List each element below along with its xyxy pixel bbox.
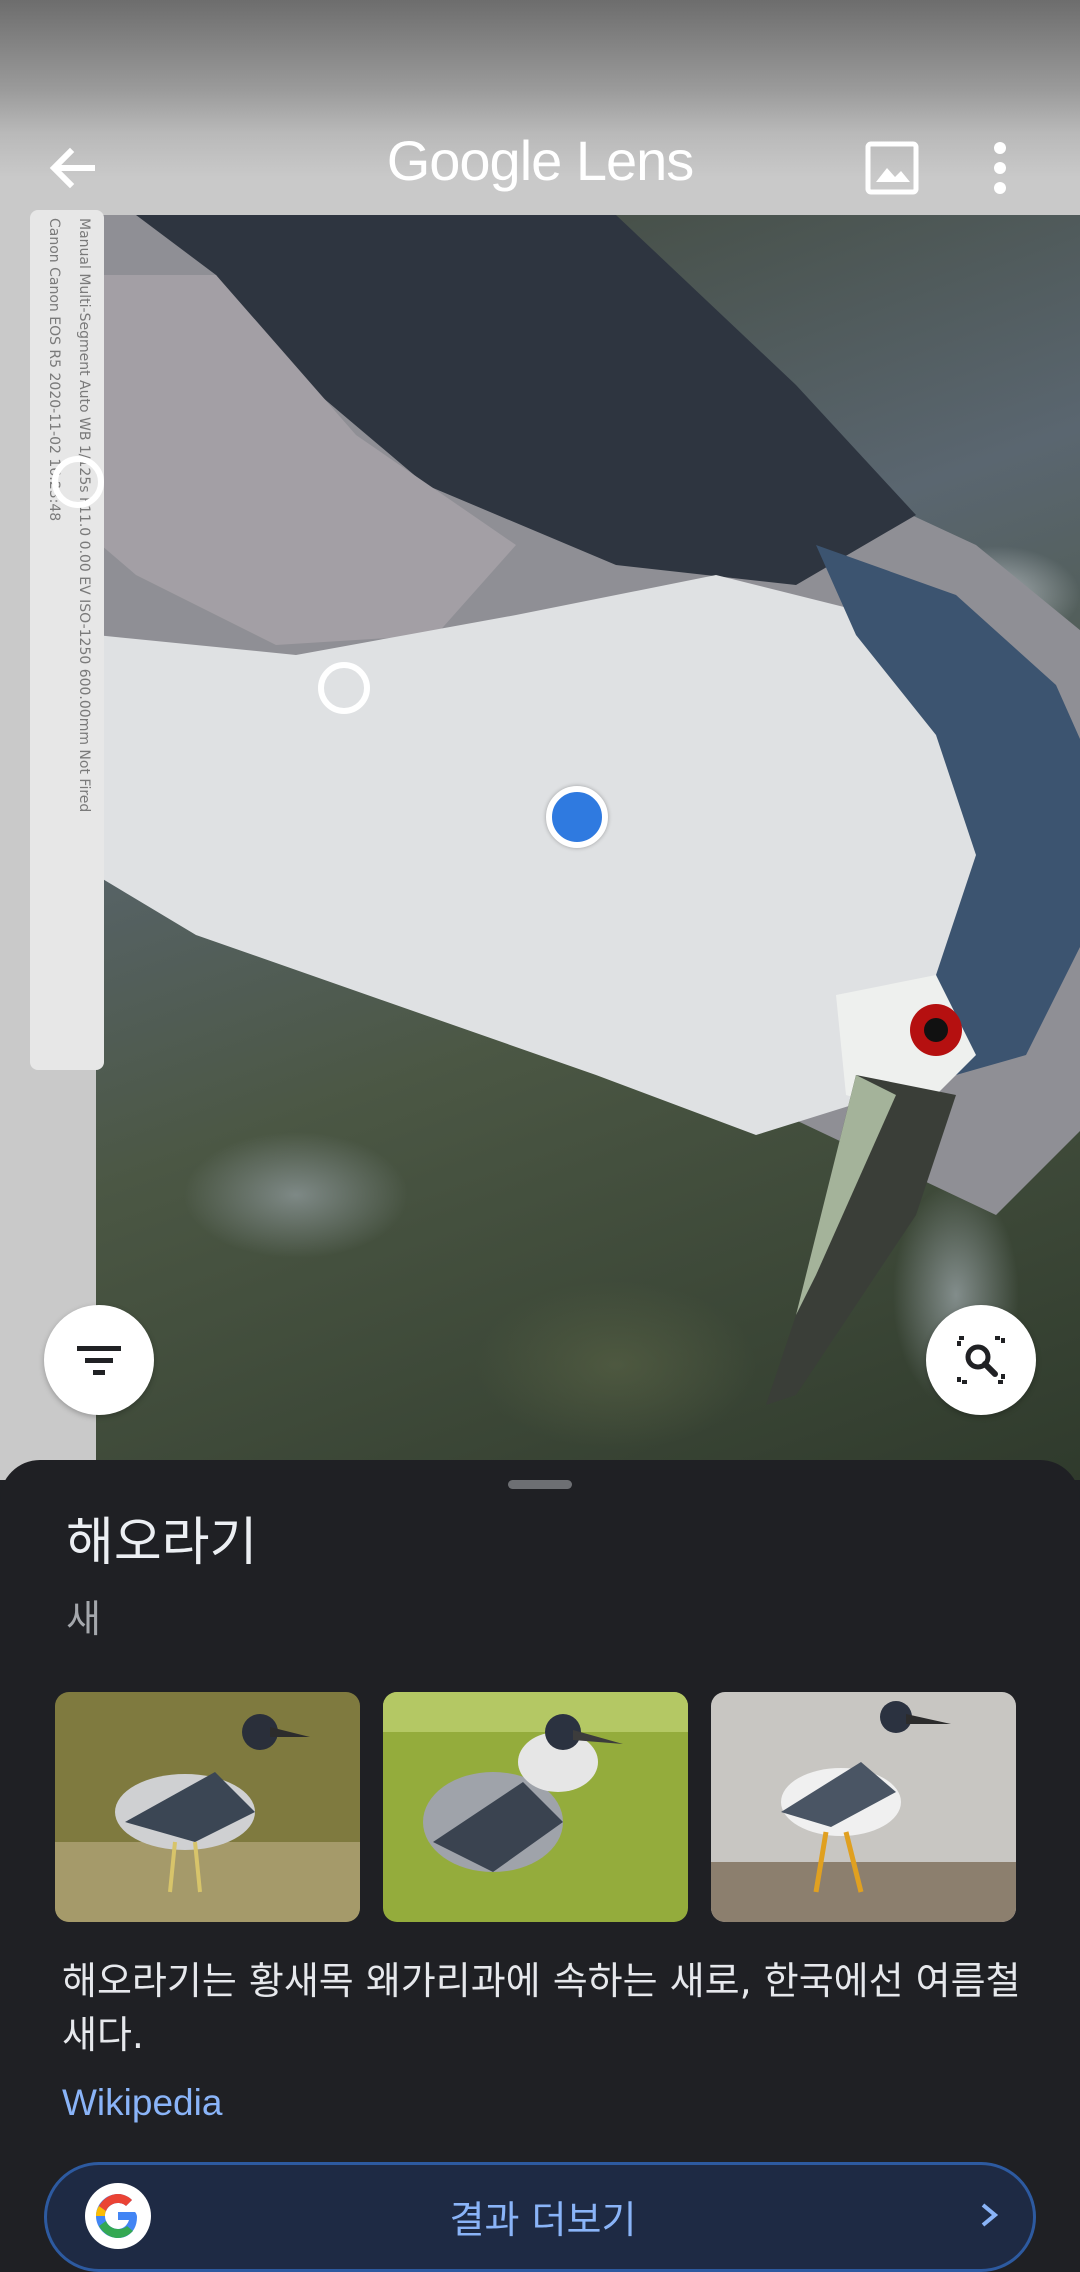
result-subtitle: 새 bbox=[66, 1597, 101, 1641]
camera-viewfinder[interactable]: Canon Canon EOS R5 2020-11-02 16:23:48 M… bbox=[0, 0, 1080, 1480]
heron-photo-1 bbox=[55, 1692, 360, 1922]
result-image-thumbnail[interactable] bbox=[711, 1692, 1016, 1922]
object-dot[interactable] bbox=[52, 456, 104, 508]
result-image-thumbnail[interactable] bbox=[55, 1692, 360, 1922]
search-region-button[interactable] bbox=[926, 1305, 1036, 1415]
captured-bird-photo bbox=[96, 215, 1080, 1480]
result-description: 해오라기는 황새목 왜가리과에 속하는 새로, 한국에선 여름철새다. bbox=[62, 1959, 1021, 2057]
chevron-right-icon bbox=[971, 2193, 1007, 2237]
result-image-gallery bbox=[55, 1692, 1017, 1922]
result-image-thumbnail[interactable] bbox=[383, 1692, 688, 1922]
more-results-button[interactable]: 결과 더보기 bbox=[44, 2162, 1036, 2272]
image-icon bbox=[865, 141, 919, 195]
heron-photo-3 bbox=[711, 1692, 1016, 1922]
selected-object-dot[interactable] bbox=[546, 786, 608, 848]
object-dot[interactable] bbox=[318, 662, 370, 714]
exif-info-strip bbox=[30, 210, 104, 1070]
heron-illustration bbox=[96, 215, 1080, 1405]
filter-button[interactable] bbox=[44, 1305, 154, 1415]
top-app-bar: Google Lens bbox=[0, 110, 1080, 220]
heron-photo-2 bbox=[383, 1692, 688, 1922]
more-results-label: 결과 더보기 bbox=[449, 2198, 637, 2242]
wikipedia-link[interactable]: Wikipedia bbox=[62, 2082, 222, 2124]
exif-line-2: Manual Multi-Segment Auto WB 1/125s F11.… bbox=[76, 218, 92, 813]
more-vert-icon bbox=[994, 142, 1006, 194]
gallery-button[interactable] bbox=[862, 138, 922, 198]
filter-list-icon bbox=[77, 1346, 121, 1375]
results-bottom-sheet[interactable]: 해오라기 새 해오라기는 황새목 왜가리과에 속하는 새로, 한국에선 여름철새… bbox=[0, 1460, 1080, 2272]
more-options-button[interactable] bbox=[980, 138, 1020, 198]
result-title: 해오라기 bbox=[66, 1513, 258, 1573]
image-search-icon bbox=[957, 1336, 1005, 1384]
sheet-drag-handle[interactable] bbox=[508, 1480, 572, 1489]
